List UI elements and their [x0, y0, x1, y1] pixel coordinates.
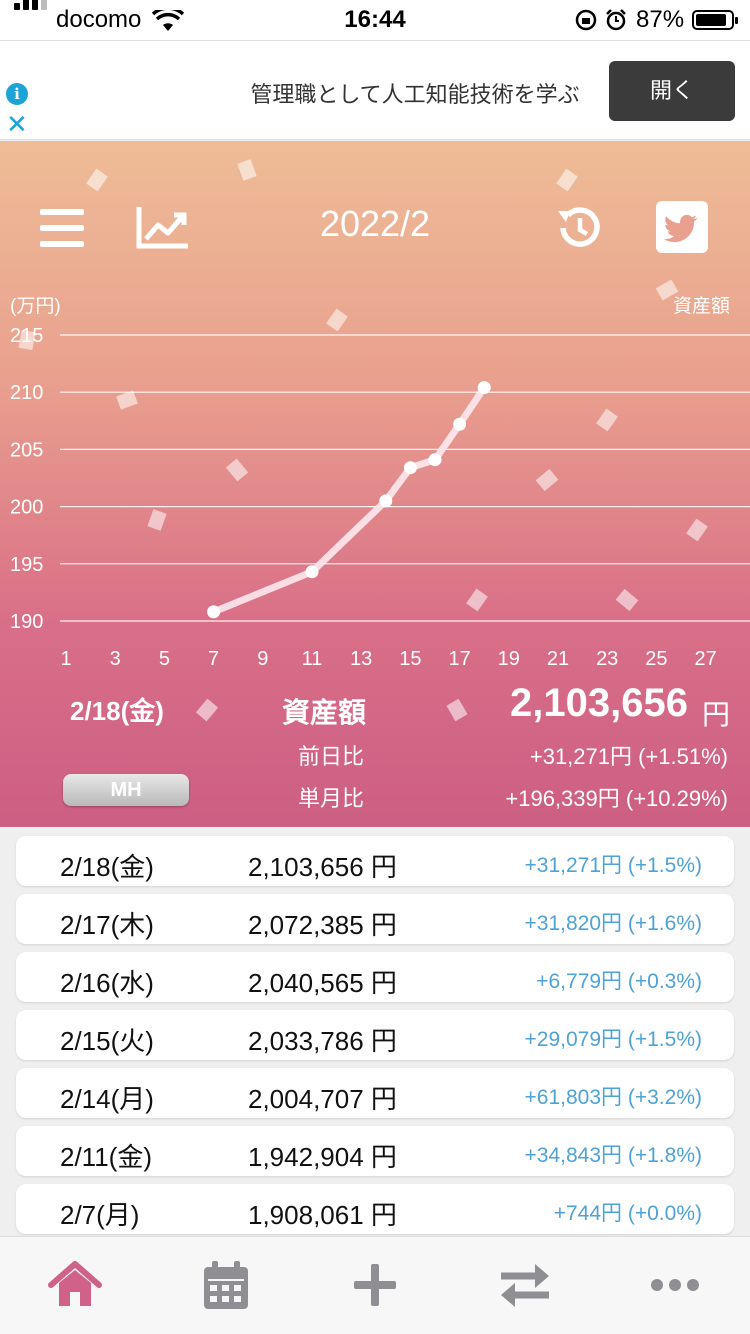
list-item[interactable]: 2/18(金) 2,103,656 円 +31,271円 (+1.5%) — [16, 836, 734, 886]
battery-percent: 87% — [636, 6, 685, 33]
x-tick-label: 17 — [448, 648, 470, 670]
row-amount: 2,033,786 円 — [248, 1026, 397, 1056]
month-change-label: 単月比 — [298, 786, 365, 811]
alarm-icon — [606, 9, 626, 31]
y-tick-label: 205 — [10, 439, 43, 461]
row-amount: 2,004,707 円 — [248, 1084, 397, 1114]
confetti — [237, 159, 257, 181]
data-point — [379, 494, 393, 508]
x-tick-label: 25 — [645, 648, 667, 670]
row-change: +31,271円 (+1.5%) — [524, 854, 702, 877]
series-label: 資産額 — [672, 296, 730, 317]
row-change: +31,820円 (+1.6%) — [524, 912, 702, 935]
confetti — [195, 698, 219, 722]
prev-day-value: +31,271円 (+1.51%) — [529, 744, 728, 769]
x-tick-label: 9 — [257, 648, 268, 670]
transfer-icon[interactable] — [497, 1259, 553, 1311]
confetti — [446, 698, 468, 722]
twitter-icon[interactable] — [656, 201, 708, 253]
y-tick-label: 195 — [10, 554, 43, 576]
row-amount: 2,103,656 円 — [248, 852, 397, 882]
row-change: +34,843円 (+1.8%) — [524, 1144, 702, 1167]
ad-open-button[interactable]: 開く — [609, 61, 735, 121]
x-tick-label: 19 — [498, 648, 520, 670]
plus-icon[interactable] — [347, 1259, 403, 1311]
history-list: 2/18(金) 2,103,656 円 +31,271円 (+1.5%) 2/1… — [16, 836, 734, 1242]
close-icon[interactable]: ✕ — [6, 111, 28, 137]
info-icon[interactable]: i — [6, 83, 28, 105]
confetti — [86, 168, 108, 192]
x-tick-label: 15 — [399, 648, 421, 670]
battery-icon — [692, 10, 738, 30]
data-point — [207, 605, 221, 619]
x-tick-label: 21 — [547, 648, 569, 670]
history-icon[interactable] — [554, 203, 604, 253]
asset-value: 2,103,656 — [510, 681, 688, 725]
row-change: +29,079円 (+1.5%) — [524, 1028, 702, 1051]
y-axis-unit: (万円) — [10, 296, 61, 317]
row-change: +744円 (+0.0%) — [553, 1202, 702, 1225]
prev-day-label: 前日比 — [298, 744, 365, 769]
row-date: 2/15(火) — [60, 1026, 154, 1056]
x-tick-label: 7 — [208, 648, 219, 670]
status-bar: docomo 16:44 87% — [0, 0, 750, 40]
asset-label: 資産額 — [282, 697, 367, 728]
tab-bar — [0, 1236, 750, 1334]
home-icon[interactable] — [47, 1259, 103, 1311]
list-item[interactable]: 2/16(水) 2,040,565 円 +6,779円 (+0.3%) — [16, 952, 734, 1002]
ad-banner[interactable]: i ✕ 管理職として人工知能技術を学ぶ 開く — [0, 40, 750, 140]
x-tick-label: 3 — [110, 648, 121, 670]
list-item[interactable]: 2/11(金) 1,942,904 円 +34,843円 (+1.8%) — [16, 1126, 734, 1176]
row-date: 2/14(月) — [60, 1084, 154, 1114]
data-point — [305, 565, 319, 579]
data-point — [403, 461, 417, 475]
y-tick-label: 210 — [10, 382, 43, 404]
row-change: +6,779円 (+0.3%) — [536, 970, 702, 993]
calendar-icon[interactable] — [198, 1259, 254, 1311]
data-point — [477, 381, 491, 395]
data-point — [428, 453, 442, 467]
list-item[interactable]: 2/14(月) 2,004,707 円 +61,803円 (+3.2%) — [16, 1068, 734, 1118]
month-title: 2022/2 — [319, 203, 431, 244]
x-tick-label: 13 — [350, 648, 372, 670]
month-change-value: +196,339円 (+10.29%) — [505, 786, 728, 811]
row-amount: 1,908,061 円 — [248, 1200, 397, 1230]
summary-panel: 2022/2 (万円) 資産額 215 210 205 200 195 190 1 3 5 7 9 1… — [0, 141, 750, 827]
confetti — [556, 168, 578, 192]
list-item[interactable]: 2/15(火) 2,033,786 円 +29,079円 (+1.5%) — [16, 1010, 734, 1060]
more-icon[interactable] — [647, 1259, 703, 1311]
row-change: +61,803円 (+3.2%) — [524, 1086, 702, 1109]
x-tick-label: 27 — [694, 648, 716, 670]
x-tick-label: 1 — [60, 648, 71, 670]
row-date: 2/16(水) — [60, 968, 154, 998]
row-amount: 2,040,565 円 — [248, 968, 397, 998]
row-date: 2/18(金) — [60, 852, 154, 882]
row-date: 2/17(木) — [60, 910, 154, 940]
y-tick-label: 190 — [10, 611, 43, 633]
list-item[interactable]: 2/17(木) 2,072,385 円 +31,820円 (+1.6%) — [16, 894, 734, 944]
asset-line-chart: 2152102052001951901 3 5 7 9 11 13 15 17 19 21 23 25 2… — [10, 325, 750, 670]
row-amount: 1,942,904 円 — [248, 1142, 397, 1172]
list-item[interactable]: 2/7(月) 1,908,061 円 +744円 (+0.0%) — [16, 1184, 734, 1234]
y-tick-label: 200 — [10, 497, 43, 519]
row-date: 2/7(月) — [60, 1200, 140, 1230]
row-date: 2/11(金) — [60, 1142, 152, 1172]
series-line — [210, 384, 488, 616]
mh-button[interactable]: MH — [63, 774, 189, 806]
y-tick-label: 215 — [10, 325, 43, 347]
row-amount: 2,072,385 円 — [248, 910, 397, 940]
selected-date: 2/18(金) — [70, 696, 164, 726]
x-tick-label: 5 — [159, 648, 170, 670]
x-tick-label: 11 — [302, 648, 323, 670]
x-tick-label: 23 — [596, 648, 618, 670]
rotation-lock-icon — [575, 9, 597, 31]
asset-unit: 円 — [701, 699, 730, 730]
data-point — [453, 417, 467, 431]
